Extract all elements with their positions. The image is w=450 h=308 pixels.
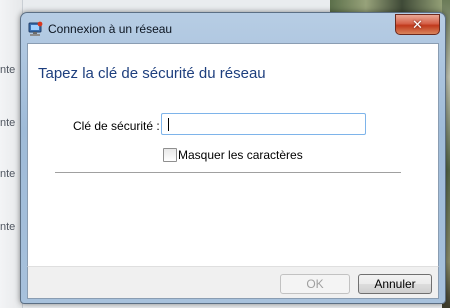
background-text: nte: [0, 221, 16, 233]
background-text: nte: [0, 117, 16, 129]
security-key-input[interactable]: [161, 113, 366, 135]
window-title: Connexion à un réseau: [48, 22, 173, 36]
button-bar: OK Annuler: [27, 266, 439, 299]
hide-characters-label[interactable]: Masquer les caractères: [178, 148, 303, 162]
title-bar[interactable]: Connexion à un réseau ✕: [21, 13, 445, 43]
security-key-label: Clé de sécurité :: [73, 119, 160, 133]
connect-network-dialog: Connexion à un réseau ✕ Tapez la clé de …: [20, 12, 446, 304]
close-button[interactable]: ✕: [395, 14, 440, 35]
hide-characters-checkbox[interactable]: [163, 148, 177, 162]
separator: [55, 172, 401, 173]
close-icon: ✕: [412, 16, 423, 32]
dialog-content: Tapez la clé de sécurité du réseau Clé d…: [27, 43, 439, 268]
background-text: nte: [0, 168, 16, 180]
ok-button[interactable]: OK: [280, 274, 350, 294]
text-caret: [168, 118, 169, 131]
background-text: nte: [0, 64, 16, 76]
network-connection-icon: [27, 21, 43, 37]
page-title: Tapez la clé de sécurité du réseau: [38, 65, 266, 82]
cancel-button[interactable]: Annuler: [358, 274, 432, 294]
